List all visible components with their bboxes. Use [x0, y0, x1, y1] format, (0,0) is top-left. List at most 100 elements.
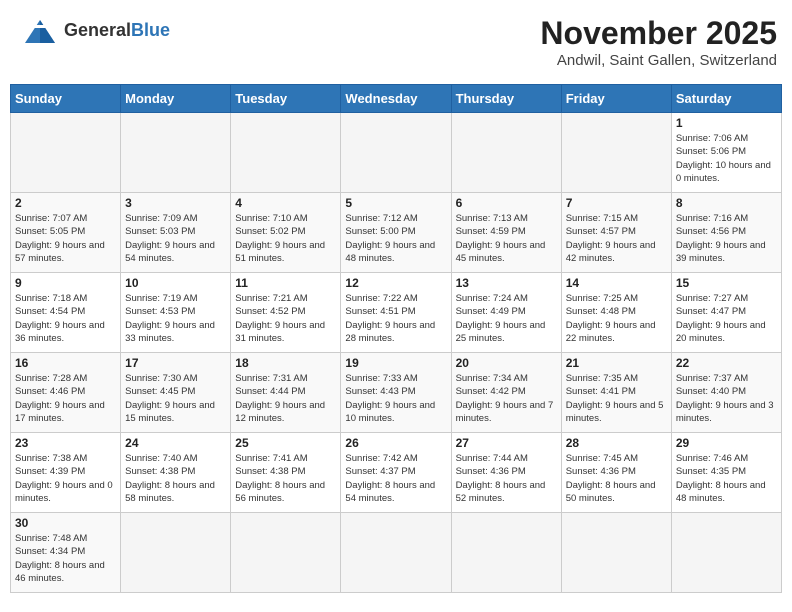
calendar-cell: 30 Sunrise: 7:48 AM Sunset: 4:34 PM Dayli… [11, 513, 121, 593]
calendar-cell: 26 Sunrise: 7:42 AM Sunset: 4:37 PM Dayli… [341, 433, 451, 513]
calendar-header-sunday: Sunday [11, 85, 121, 113]
day-number: 25 [235, 436, 336, 450]
calendar-header-row: SundayMondayTuesdayWednesdayThursdayFrid… [11, 85, 782, 113]
calendar-cell: 15Sunrise: 7:27 AM Sunset: 4:47 PM Dayli… [671, 273, 781, 353]
day-number: 21 [566, 356, 667, 370]
calendar-cell: 5Sunrise: 7:12 AM Sunset: 5:00 PM Daylig… [341, 193, 451, 273]
calendar-cell: 11 Sunrise: 7:21 AM Sunset: 4:52 PM Dayli… [231, 273, 341, 353]
day-number: 10 [125, 276, 226, 290]
calendar-week-6: 30 Sunrise: 7:48 AM Sunset: 4:34 PM Dayli… [11, 513, 782, 593]
day-number: 9 [15, 276, 116, 290]
calendar-cell: 24 Sunrise: 7:40 AM Sunset: 4:38 PM Dayli… [121, 433, 231, 513]
calendar-cell: 12 Sunrise: 7:22 AM Sunset: 4:51 PM Dayli… [341, 273, 451, 353]
calendar-cell: 16 Sunrise: 7:28 AM Sunset: 4:46 PM Dayli… [11, 353, 121, 433]
day-number: 13 [456, 276, 557, 290]
calendar-header-wednesday: Wednesday [341, 85, 451, 113]
day-number: 14 [566, 276, 667, 290]
day-info: Sunrise: 7:21 AM Sunset: 4:52 PM Dayligh… [235, 292, 336, 345]
day-number: 27 [456, 436, 557, 450]
calendar-cell: 27Sunrise: 7:44 AM Sunset: 4:36 PM Dayli… [451, 433, 561, 513]
day-info: Sunrise: 7:42 AM Sunset: 4:37 PM Dayligh… [345, 452, 446, 505]
calendar-cell [341, 113, 451, 193]
day-info: Sunrise: 7:48 AM Sunset: 4:34 PM Dayligh… [15, 532, 116, 585]
day-info: Sunrise: 7:34 AM Sunset: 4:42 PM Dayligh… [456, 372, 557, 425]
calendar-week-2: 2Sunrise: 7:07 AM Sunset: 5:05 PM Daylig… [11, 193, 782, 273]
calendar-cell: 29Sunrise: 7:46 AM Sunset: 4:35 PM Dayli… [671, 433, 781, 513]
month-title: November 2025 [540, 15, 777, 52]
calendar: SundayMondayTuesdayWednesdayThursdayFrid… [10, 84, 782, 593]
day-info: Sunrise: 7:10 AM Sunset: 5:02 PM Dayligh… [235, 212, 336, 265]
day-number: 15 [676, 276, 777, 290]
calendar-cell [11, 113, 121, 193]
calendar-cell: 13 Sunrise: 7:24 AM Sunset: 4:49 PM Dayli… [451, 273, 561, 353]
day-info: Sunrise: 7:33 AM Sunset: 4:43 PM Dayligh… [345, 372, 446, 425]
day-number: 1 [676, 116, 777, 130]
day-info: Sunrise: 7:35 AM Sunset: 4:41 PM Dayligh… [566, 372, 667, 425]
calendar-cell: 3 Sunrise: 7:09 AM Sunset: 5:03 PM Daylig… [121, 193, 231, 273]
day-info: Sunrise: 7:15 AM Sunset: 4:57 PM Dayligh… [566, 212, 667, 265]
logo: GeneralBlue [20, 15, 170, 45]
day-info: Sunrise: 7:30 AM Sunset: 4:45 PM Dayligh… [125, 372, 226, 425]
day-number: 20 [456, 356, 557, 370]
day-number: 3 [125, 196, 226, 210]
calendar-header-tuesday: Tuesday [231, 85, 341, 113]
calendar-cell: 18Sunrise: 7:31 AM Sunset: 4:44 PM Dayli… [231, 353, 341, 433]
calendar-cell [341, 513, 451, 593]
day-number: 6 [456, 196, 557, 210]
day-number: 17 [125, 356, 226, 370]
day-info: Sunrise: 7:31 AM Sunset: 4:44 PM Dayligh… [235, 372, 336, 425]
day-number: 23 [15, 436, 116, 450]
day-number: 11 [235, 276, 336, 290]
calendar-header-monday: Monday [121, 85, 231, 113]
calendar-cell [121, 513, 231, 593]
calendar-cell: 10 Sunrise: 7:19 AM Sunset: 4:53 PM Dayli… [121, 273, 231, 353]
calendar-header-thursday: Thursday [451, 85, 561, 113]
calendar-cell: 1Sunrise: 7:06 AM Sunset: 5:06 PM Daylig… [671, 113, 781, 193]
calendar-cell: 9 Sunrise: 7:18 AM Sunset: 4:54 PM Daylig… [11, 273, 121, 353]
calendar-cell [671, 513, 781, 593]
calendar-cell: 7 Sunrise: 7:15 AM Sunset: 4:57 PM Daylig… [561, 193, 671, 273]
day-number: 26 [345, 436, 446, 450]
day-info: Sunrise: 7:40 AM Sunset: 4:38 PM Dayligh… [125, 452, 226, 505]
calendar-cell: 8Sunrise: 7:16 AM Sunset: 4:56 PM Daylig… [671, 193, 781, 273]
calendar-cell: 21 Sunrise: 7:35 AM Sunset: 4:41 PM Dayli… [561, 353, 671, 433]
day-info: Sunrise: 7:18 AM Sunset: 4:54 PM Dayligh… [15, 292, 116, 345]
calendar-cell: 2Sunrise: 7:07 AM Sunset: 5:05 PM Daylig… [11, 193, 121, 273]
day-info: Sunrise: 7:24 AM Sunset: 4:49 PM Dayligh… [456, 292, 557, 345]
day-number: 29 [676, 436, 777, 450]
day-number: 16 [15, 356, 116, 370]
calendar-week-1: 1Sunrise: 7:06 AM Sunset: 5:06 PM Daylig… [11, 113, 782, 193]
day-number: 30 [15, 516, 116, 530]
day-number: 22 [676, 356, 777, 370]
logo-blue-text: Blue [131, 20, 170, 40]
calendar-cell: 14 Sunrise: 7:25 AM Sunset: 4:48 PM Dayli… [561, 273, 671, 353]
calendar-header-saturday: Saturday [671, 85, 781, 113]
day-info: Sunrise: 7:28 AM Sunset: 4:46 PM Dayligh… [15, 372, 116, 425]
day-info: Sunrise: 7:19 AM Sunset: 4:53 PM Dayligh… [125, 292, 226, 345]
calendar-cell: 4 Sunrise: 7:10 AM Sunset: 5:02 PM Daylig… [231, 193, 341, 273]
day-number: 7 [566, 196, 667, 210]
day-number: 12 [345, 276, 446, 290]
day-info: Sunrise: 7:16 AM Sunset: 4:56 PM Dayligh… [676, 212, 777, 265]
day-number: 24 [125, 436, 226, 450]
day-number: 19 [345, 356, 446, 370]
header: GeneralBlue November 2025 Andwil, Saint … [10, 10, 782, 74]
title-area: November 2025 Andwil, Saint Gallen, Swit… [540, 15, 777, 69]
location-title: Andwil, Saint Gallen, Switzerland [540, 52, 777, 69]
logo-general-text: General [64, 20, 131, 40]
day-number: 5 [345, 196, 446, 210]
day-info: Sunrise: 7:41 AM Sunset: 4:38 PM Dayligh… [235, 452, 336, 505]
calendar-cell [561, 113, 671, 193]
day-info: Sunrise: 7:09 AM Sunset: 5:03 PM Dayligh… [125, 212, 226, 265]
calendar-cell [231, 113, 341, 193]
calendar-cell [561, 513, 671, 593]
day-info: Sunrise: 7:13 AM Sunset: 4:59 PM Dayligh… [456, 212, 557, 265]
day-number: 4 [235, 196, 336, 210]
day-info: Sunrise: 7:22 AM Sunset: 4:51 PM Dayligh… [345, 292, 446, 345]
day-info: Sunrise: 7:25 AM Sunset: 4:48 PM Dayligh… [566, 292, 667, 345]
day-info: Sunrise: 7:37 AM Sunset: 4:40 PM Dayligh… [676, 372, 777, 425]
calendar-cell: 22 Sunrise: 7:37 AM Sunset: 4:40 PM Dayli… [671, 353, 781, 433]
day-number: 28 [566, 436, 667, 450]
calendar-cell: 19 Sunrise: 7:33 AM Sunset: 4:43 PM Dayli… [341, 353, 451, 433]
calendar-cell [231, 513, 341, 593]
